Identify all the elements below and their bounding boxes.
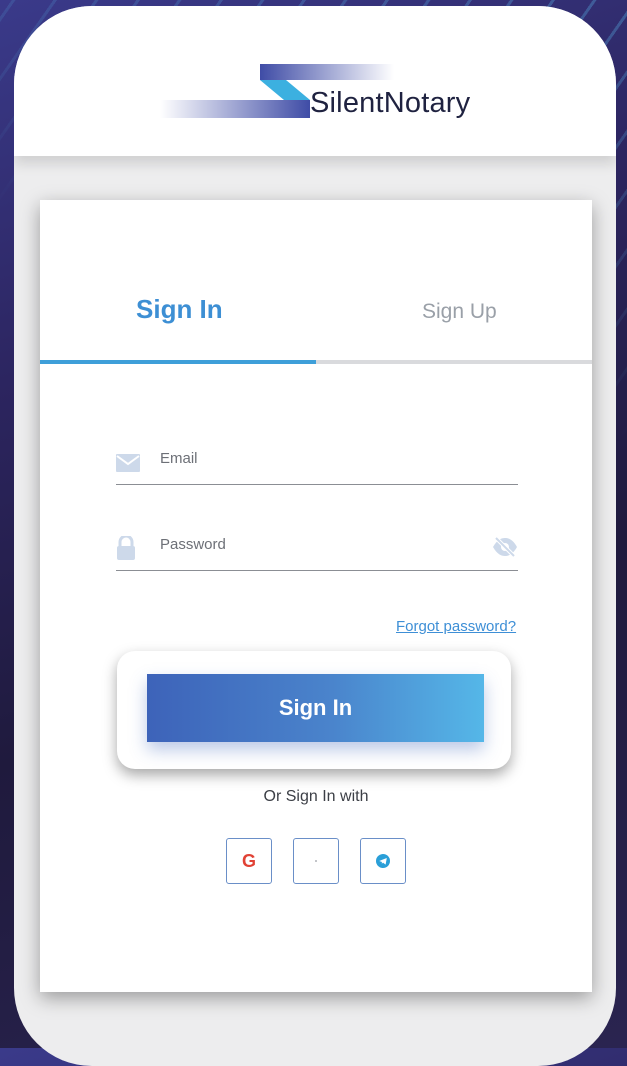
eye-off-icon[interactable] xyxy=(492,536,518,558)
social-sign-in-button[interactable] xyxy=(293,838,339,884)
google-sign-in-button[interactable]: G xyxy=(226,838,272,884)
social-caption: Or Sign In with xyxy=(263,788,369,805)
mail-icon xyxy=(116,454,140,472)
password-field[interactable]: Password xyxy=(116,530,518,571)
tab-sign-in[interactable]: Sign In xyxy=(136,294,223,325)
email-label: Email xyxy=(160,450,198,467)
sign-in-button[interactable]: Sign In xyxy=(147,674,484,742)
telegram-sign-in-button[interactable] xyxy=(360,838,406,884)
tab-active-indicator xyxy=(40,360,316,364)
tab-sign-up[interactable]: Sign Up xyxy=(422,300,497,324)
lock-icon xyxy=(117,536,135,560)
app-header: SilentNotary xyxy=(14,6,616,156)
phone-screen: SilentNotary Sign In Sign Up Email Passw… xyxy=(14,6,616,1066)
telegram-icon xyxy=(376,854,390,868)
auth-card: Sign In Sign Up Email Password Forgot pa… xyxy=(40,200,592,992)
brand-name: SilentNotary xyxy=(310,87,471,119)
sign-in-button-panel: Sign In xyxy=(117,651,511,769)
email-field[interactable]: Email xyxy=(116,444,518,485)
forgot-password-link[interactable]: Forgot password? xyxy=(396,618,516,635)
google-icon: G xyxy=(241,850,256,871)
password-label: Password xyxy=(160,536,226,553)
blank-icon xyxy=(315,860,317,862)
